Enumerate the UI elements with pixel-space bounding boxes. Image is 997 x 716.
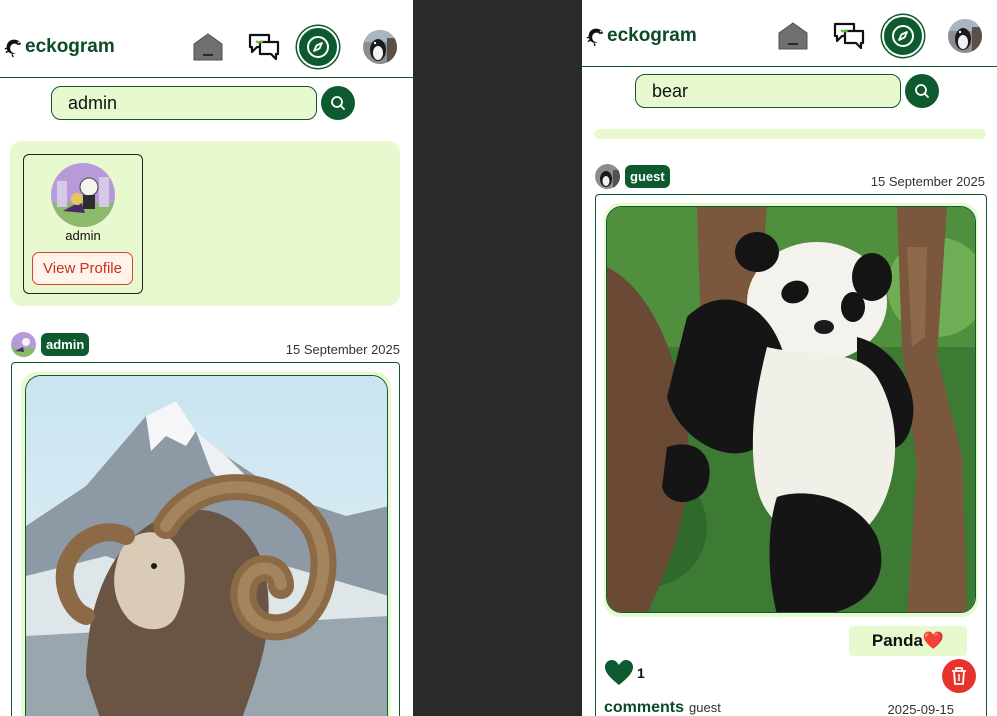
- cartoon-avatar-icon: [11, 332, 36, 357]
- chat-icon: [833, 22, 865, 50]
- home-button[interactable]: [193, 33, 223, 61]
- app-header: eckogram: [582, 0, 997, 67]
- post-date: 15 September 2025: [870, 174, 985, 189]
- cartoon-avatar-icon: [51, 163, 115, 227]
- view-profile-button[interactable]: View Profile: [32, 252, 133, 285]
- post-header: guest: [595, 164, 670, 189]
- left-phone-screen: eckogram admin admin View Profile admin …: [0, 0, 413, 716]
- nav-bar: [778, 15, 982, 57]
- home-icon: [193, 33, 223, 61]
- home-icon: [778, 22, 808, 50]
- messages-button[interactable]: [247, 32, 281, 62]
- trash-icon: [952, 667, 966, 685]
- post-header: admin: [11, 332, 90, 357]
- gecko-logo-icon: [4, 39, 22, 58]
- search-input[interactable]: [635, 74, 901, 108]
- messages-button[interactable]: [832, 21, 866, 51]
- panda-photo: [607, 207, 975, 612]
- app-name: eckogram: [25, 36, 115, 57]
- profile-avatar-button[interactable]: [948, 19, 982, 53]
- comments-link[interactable]: comments: [604, 699, 684, 716]
- nav-bar: [193, 26, 397, 68]
- post-caption: Panda ❤️: [849, 626, 967, 656]
- app-header: eckogram: [0, 0, 413, 78]
- search-bar: [51, 86, 355, 120]
- gecko-logo-icon: [586, 28, 604, 47]
- post-username-chip[interactable]: guest: [625, 165, 670, 188]
- penguin-avatar-icon: [595, 164, 620, 189]
- app-logo[interactable]: eckogram: [585, 25, 697, 47]
- comments-row: comments guest: [604, 699, 721, 716]
- right-phone-screen: eckogram bear guest 15 September 2025 Pa…: [582, 0, 997, 716]
- caption-heart-emoji: ❤️: [922, 631, 945, 650]
- post-image[interactable]: [25, 375, 388, 716]
- profile-avatar-button[interactable]: [363, 30, 397, 64]
- like-row: 1: [604, 659, 645, 687]
- post-author-avatar[interactable]: [595, 164, 620, 189]
- compass-icon: [307, 36, 329, 58]
- penguin-avatar-icon: [948, 19, 982, 53]
- search-icon: [331, 96, 345, 110]
- search-bar: [635, 74, 939, 108]
- app-logo[interactable]: eckogram: [3, 36, 115, 58]
- post-card: Panda ❤️ 1 comments guest 2025-09-15: [595, 194, 987, 716]
- compass-icon: [892, 25, 914, 47]
- app-name: eckogram: [607, 25, 697, 46]
- post-username-chip[interactable]: admin: [41, 333, 90, 356]
- search-button[interactable]: [905, 74, 939, 108]
- caption-text: Panda: [871, 631, 923, 650]
- chat-icon: [248, 33, 280, 61]
- search-icon: [915, 84, 929, 98]
- explore-button[interactable]: [297, 26, 339, 68]
- home-button[interactable]: [778, 22, 808, 50]
- search-results-panel: admin View Profile: [10, 141, 400, 306]
- ram-photo: [26, 376, 387, 716]
- post-author-avatar[interactable]: [11, 332, 36, 357]
- search-input[interactable]: [51, 86, 317, 120]
- user-result-card[interactable]: admin View Profile: [23, 154, 143, 294]
- avatar: [51, 163, 115, 227]
- result-username: admin: [65, 228, 101, 243]
- post-image[interactable]: [606, 206, 976, 613]
- penguin-avatar-icon: [363, 30, 397, 64]
- delete-post-button[interactable]: [942, 659, 976, 693]
- explore-button[interactable]: [882, 15, 924, 57]
- empty-results-bar: [594, 129, 986, 139]
- search-button[interactable]: [321, 86, 355, 120]
- post-card: [11, 362, 400, 716]
- heart-icon[interactable]: [604, 659, 634, 687]
- comments-date: 2025-09-15: [887, 702, 955, 716]
- like-count: 1: [637, 665, 645, 681]
- post-date: 15 September 2025: [285, 342, 400, 357]
- comments-user: guest: [689, 700, 721, 715]
